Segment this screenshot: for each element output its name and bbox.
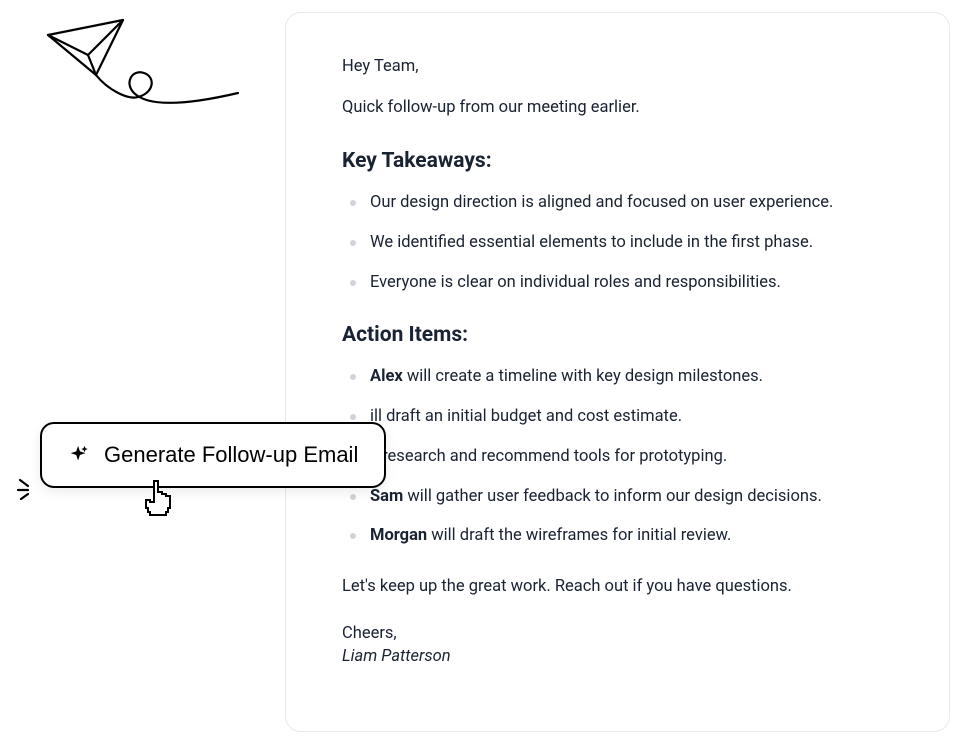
list-item: Morgan will draft the wireframes for ini… bbox=[342, 524, 893, 549]
takeaways-heading: Key Takeaways: bbox=[342, 149, 893, 173]
list-item: We identified essential elements to incl… bbox=[342, 231, 893, 256]
takeaways-list: Our design direction is aligned and focu… bbox=[342, 191, 893, 295]
email-output-card: Hey Team, Quick follow-up from our meeti… bbox=[285, 12, 950, 732]
cursor-hand-icon bbox=[140, 478, 176, 518]
actions-list: Alex will create a timeline with key des… bbox=[342, 365, 893, 549]
sparkle-icon bbox=[68, 444, 90, 466]
paper-plane-illustration bbox=[38, 15, 248, 135]
list-item: ill draft an initial budget and cost est… bbox=[342, 405, 893, 430]
email-signature: Liam Patterson bbox=[342, 647, 893, 666]
email-closing: Let's keep up the great work. Reach out … bbox=[342, 577, 893, 596]
generate-followup-email-button[interactable]: Generate Follow-up Email bbox=[40, 422, 386, 488]
generate-button-label: Generate Follow-up Email bbox=[104, 442, 358, 468]
click-emphasis-lines bbox=[16, 474, 42, 500]
list-item: Our design direction is aligned and focu… bbox=[342, 191, 893, 216]
list-item: Alex will create a timeline with key des… bbox=[342, 365, 893, 390]
email-signoff: Cheers, bbox=[342, 624, 893, 643]
email-greeting: Hey Team, bbox=[342, 57, 893, 76]
email-intro: Quick follow-up from our meeting earlier… bbox=[342, 98, 893, 117]
list-item: Sam will gather user feedback to inform … bbox=[342, 485, 893, 510]
list-item: ll research and recommend tools for prot… bbox=[342, 445, 893, 470]
actions-heading: Action Items: bbox=[342, 323, 893, 347]
list-item: Everyone is clear on individual roles an… bbox=[342, 271, 893, 296]
